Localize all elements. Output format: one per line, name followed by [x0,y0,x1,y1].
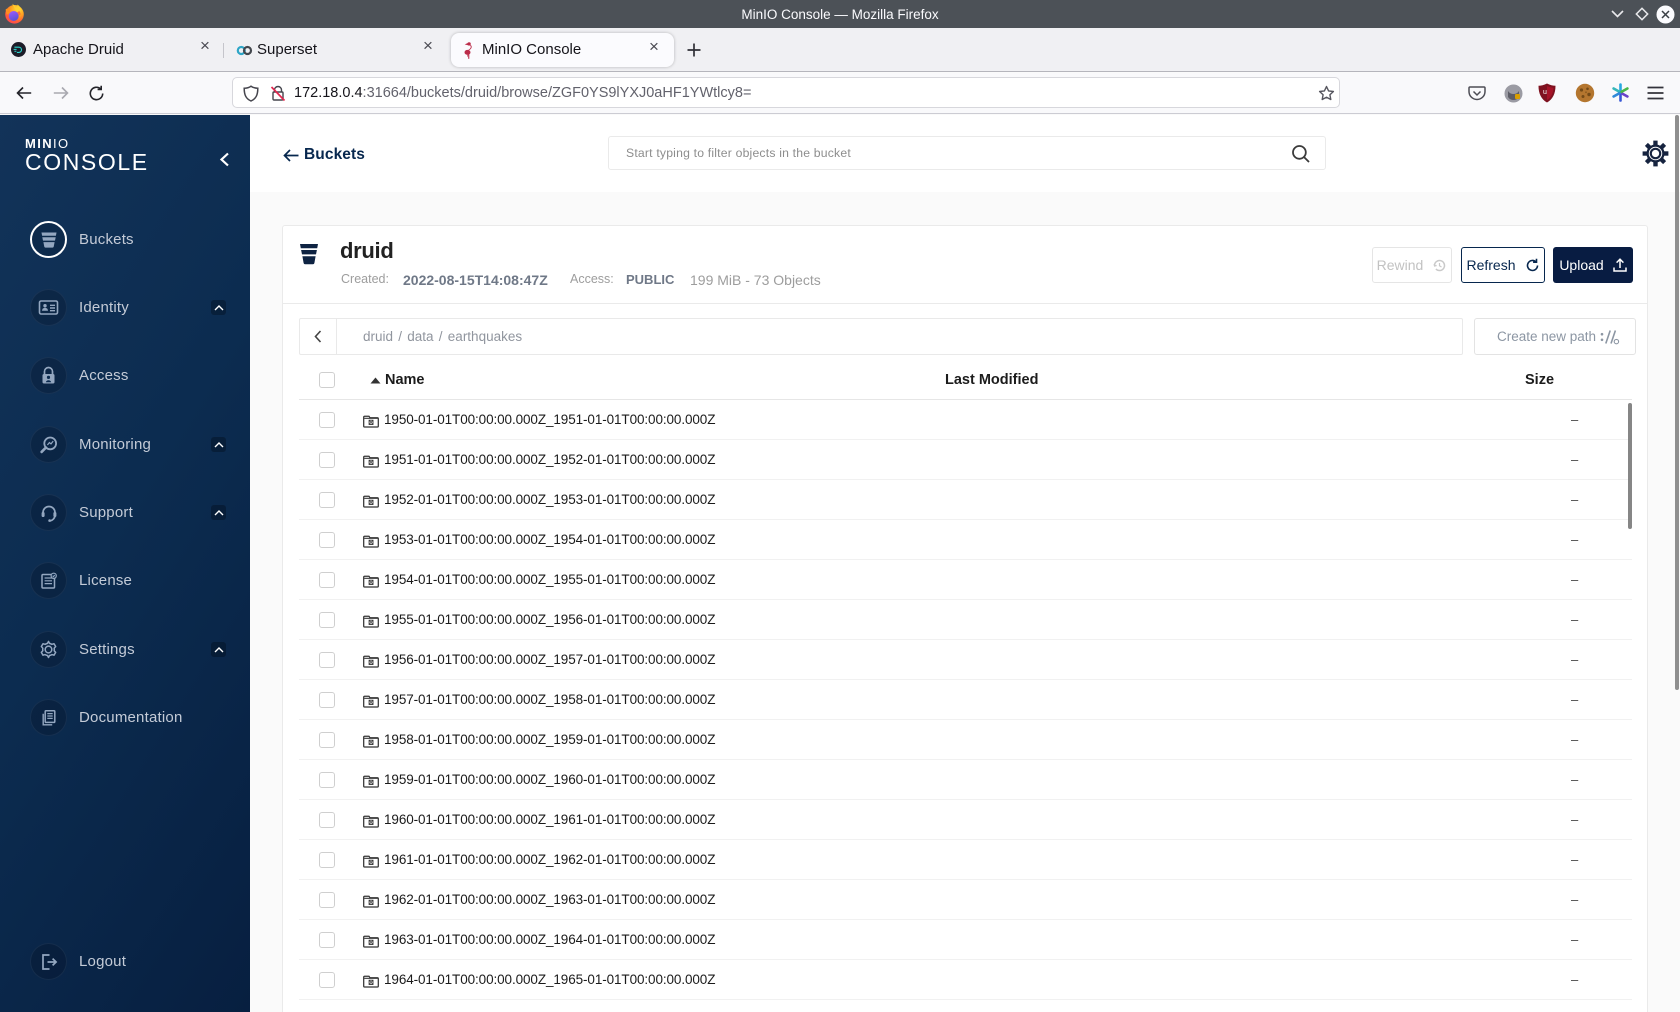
svg-text:u: u [1543,89,1547,96]
